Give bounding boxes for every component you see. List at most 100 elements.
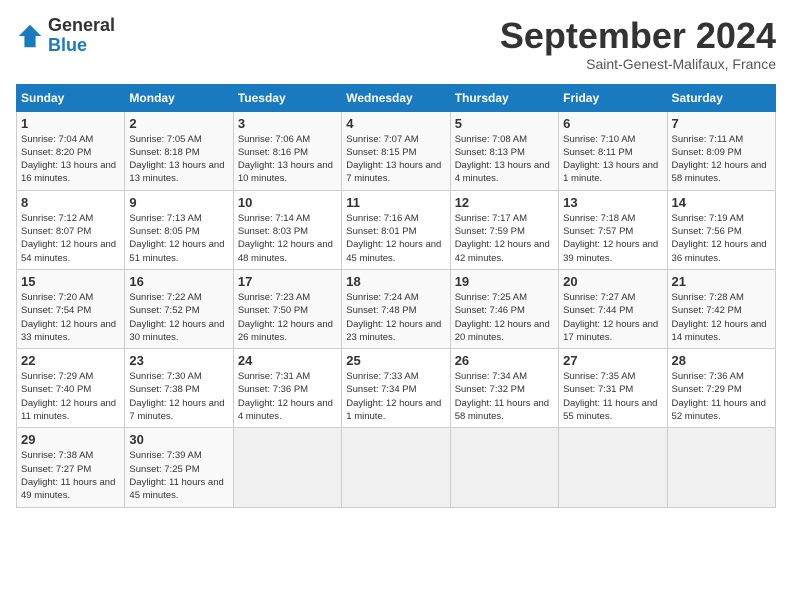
day-number: 26 (455, 353, 554, 368)
calendar-cell: 9 Sunrise: 7:13 AM Sunset: 8:05 PM Dayli… (125, 190, 233, 269)
calendar-cell (342, 428, 450, 507)
daylight: Daylight: 12 hours and 11 minutes. (21, 398, 116, 422)
title-section: September 2024 Saint-Genest-Malifaux, Fr… (500, 16, 776, 72)
weekday-saturday: Saturday (667, 84, 775, 111)
calendar-cell: 24 Sunrise: 7:31 AM Sunset: 7:36 PM Dayl… (233, 349, 341, 428)
calendar-cell: 8 Sunrise: 7:12 AM Sunset: 8:07 PM Dayli… (17, 190, 125, 269)
sunset: Sunset: 7:46 PM (455, 305, 525, 316)
day-number: 11 (346, 195, 445, 210)
calendar-cell: 21 Sunrise: 7:28 AM Sunset: 7:42 PM Dayl… (667, 269, 775, 348)
calendar-cell (559, 428, 667, 507)
sunset: Sunset: 7:54 PM (21, 305, 91, 316)
day-number: 18 (346, 274, 445, 289)
calendar-cell: 12 Sunrise: 7:17 AM Sunset: 7:59 PM Dayl… (450, 190, 558, 269)
sunrise: Sunrise: 7:13 AM (129, 213, 201, 224)
day-number: 4 (346, 116, 445, 131)
weekday-thursday: Thursday (450, 84, 558, 111)
daylight: Daylight: 12 hours and 36 minutes. (672, 239, 767, 263)
daylight: Daylight: 12 hours and 1 minute. (346, 398, 441, 422)
logo: General Blue (16, 16, 115, 56)
sunset: Sunset: 8:07 PM (21, 226, 91, 237)
day-info: Sunrise: 7:11 AM Sunset: 8:09 PM Dayligh… (672, 133, 771, 186)
daylight: Daylight: 12 hours and 48 minutes. (238, 239, 333, 263)
calendar-week-4: 22 Sunrise: 7:29 AM Sunset: 7:40 PM Dayl… (17, 349, 776, 428)
day-number: 30 (129, 432, 228, 447)
day-info: Sunrise: 7:18 AM Sunset: 7:57 PM Dayligh… (563, 212, 662, 265)
calendar-cell: 16 Sunrise: 7:22 AM Sunset: 7:52 PM Dayl… (125, 269, 233, 348)
sunset: Sunset: 7:27 PM (21, 464, 91, 475)
day-info: Sunrise: 7:25 AM Sunset: 7:46 PM Dayligh… (455, 291, 554, 344)
daylight: Daylight: 12 hours and 42 minutes. (455, 239, 550, 263)
day-info: Sunrise: 7:19 AM Sunset: 7:56 PM Dayligh… (672, 212, 771, 265)
day-info: Sunrise: 7:28 AM Sunset: 7:42 PM Dayligh… (672, 291, 771, 344)
day-info: Sunrise: 7:20 AM Sunset: 7:54 PM Dayligh… (21, 291, 120, 344)
calendar-table: Sunday Monday Tuesday Wednesday Thursday… (16, 84, 776, 508)
sunset: Sunset: 7:56 PM (672, 226, 742, 237)
day-number: 22 (21, 353, 120, 368)
day-number: 24 (238, 353, 337, 368)
daylight: Daylight: 13 hours and 7 minutes. (346, 160, 441, 184)
day-number: 10 (238, 195, 337, 210)
sunset: Sunset: 8:20 PM (21, 147, 91, 158)
logo-text: General Blue (48, 16, 115, 56)
daylight: Daylight: 11 hours and 49 minutes. (21, 477, 115, 501)
weekday-friday: Friday (559, 84, 667, 111)
day-number: 16 (129, 274, 228, 289)
day-info: Sunrise: 7:30 AM Sunset: 7:38 PM Dayligh… (129, 370, 228, 423)
day-info: Sunrise: 7:29 AM Sunset: 7:40 PM Dayligh… (21, 370, 120, 423)
sunrise: Sunrise: 7:33 AM (346, 371, 418, 382)
sunrise: Sunrise: 7:36 AM (672, 371, 744, 382)
sunrise: Sunrise: 7:06 AM (238, 134, 310, 145)
daylight: Daylight: 12 hours and 20 minutes. (455, 319, 550, 343)
calendar-cell: 17 Sunrise: 7:23 AM Sunset: 7:50 PM Dayl… (233, 269, 341, 348)
sunrise: Sunrise: 7:35 AM (563, 371, 635, 382)
sunrise: Sunrise: 7:34 AM (455, 371, 527, 382)
sunrise: Sunrise: 7:28 AM (672, 292, 744, 303)
day-number: 2 (129, 116, 228, 131)
day-info: Sunrise: 7:07 AM Sunset: 8:15 PM Dayligh… (346, 133, 445, 186)
calendar-cell: 20 Sunrise: 7:27 AM Sunset: 7:44 PM Dayl… (559, 269, 667, 348)
day-number: 25 (346, 353, 445, 368)
sunrise: Sunrise: 7:17 AM (455, 213, 527, 224)
sunrise: Sunrise: 7:08 AM (455, 134, 527, 145)
sunset: Sunset: 7:52 PM (129, 305, 199, 316)
calendar-cell: 27 Sunrise: 7:35 AM Sunset: 7:31 PM Dayl… (559, 349, 667, 428)
daylight: Daylight: 12 hours and 51 minutes. (129, 239, 224, 263)
calendar-cell: 28 Sunrise: 7:36 AM Sunset: 7:29 PM Dayl… (667, 349, 775, 428)
sunset: Sunset: 8:15 PM (346, 147, 416, 158)
calendar-cell: 14 Sunrise: 7:19 AM Sunset: 7:56 PM Dayl… (667, 190, 775, 269)
sunrise: Sunrise: 7:04 AM (21, 134, 93, 145)
sunrise: Sunrise: 7:27 AM (563, 292, 635, 303)
calendar-header: Sunday Monday Tuesday Wednesday Thursday… (17, 84, 776, 111)
sunrise: Sunrise: 7:19 AM (672, 213, 744, 224)
daylight: Daylight: 11 hours and 52 minutes. (672, 398, 766, 422)
daylight: Daylight: 12 hours and 14 minutes. (672, 319, 767, 343)
daylight: Daylight: 12 hours and 7 minutes. (129, 398, 224, 422)
day-info: Sunrise: 7:06 AM Sunset: 8:16 PM Dayligh… (238, 133, 337, 186)
sunset: Sunset: 8:03 PM (238, 226, 308, 237)
sunrise: Sunrise: 7:30 AM (129, 371, 201, 382)
day-number: 5 (455, 116, 554, 131)
day-number: 14 (672, 195, 771, 210)
day-info: Sunrise: 7:17 AM Sunset: 7:59 PM Dayligh… (455, 212, 554, 265)
sunset: Sunset: 8:16 PM (238, 147, 308, 158)
day-info: Sunrise: 7:16 AM Sunset: 8:01 PM Dayligh… (346, 212, 445, 265)
sunrise: Sunrise: 7:11 AM (672, 134, 744, 145)
sunrise: Sunrise: 7:05 AM (129, 134, 201, 145)
day-number: 15 (21, 274, 120, 289)
calendar-cell: 30 Sunrise: 7:39 AM Sunset: 7:25 PM Dayl… (125, 428, 233, 507)
calendar-week-2: 8 Sunrise: 7:12 AM Sunset: 8:07 PM Dayli… (17, 190, 776, 269)
sunrise: Sunrise: 7:10 AM (563, 134, 635, 145)
calendar-cell: 19 Sunrise: 7:25 AM Sunset: 7:46 PM Dayl… (450, 269, 558, 348)
sunset: Sunset: 7:38 PM (129, 384, 199, 395)
sunrise: Sunrise: 7:16 AM (346, 213, 418, 224)
day-number: 21 (672, 274, 771, 289)
weekday-monday: Monday (125, 84, 233, 111)
calendar-cell (667, 428, 775, 507)
sunset: Sunset: 7:31 PM (563, 384, 633, 395)
calendar-cell: 25 Sunrise: 7:33 AM Sunset: 7:34 PM Dayl… (342, 349, 450, 428)
day-number: 20 (563, 274, 662, 289)
sunrise: Sunrise: 7:38 AM (21, 450, 93, 461)
day-info: Sunrise: 7:22 AM Sunset: 7:52 PM Dayligh… (129, 291, 228, 344)
daylight: Daylight: 12 hours and 4 minutes. (238, 398, 333, 422)
